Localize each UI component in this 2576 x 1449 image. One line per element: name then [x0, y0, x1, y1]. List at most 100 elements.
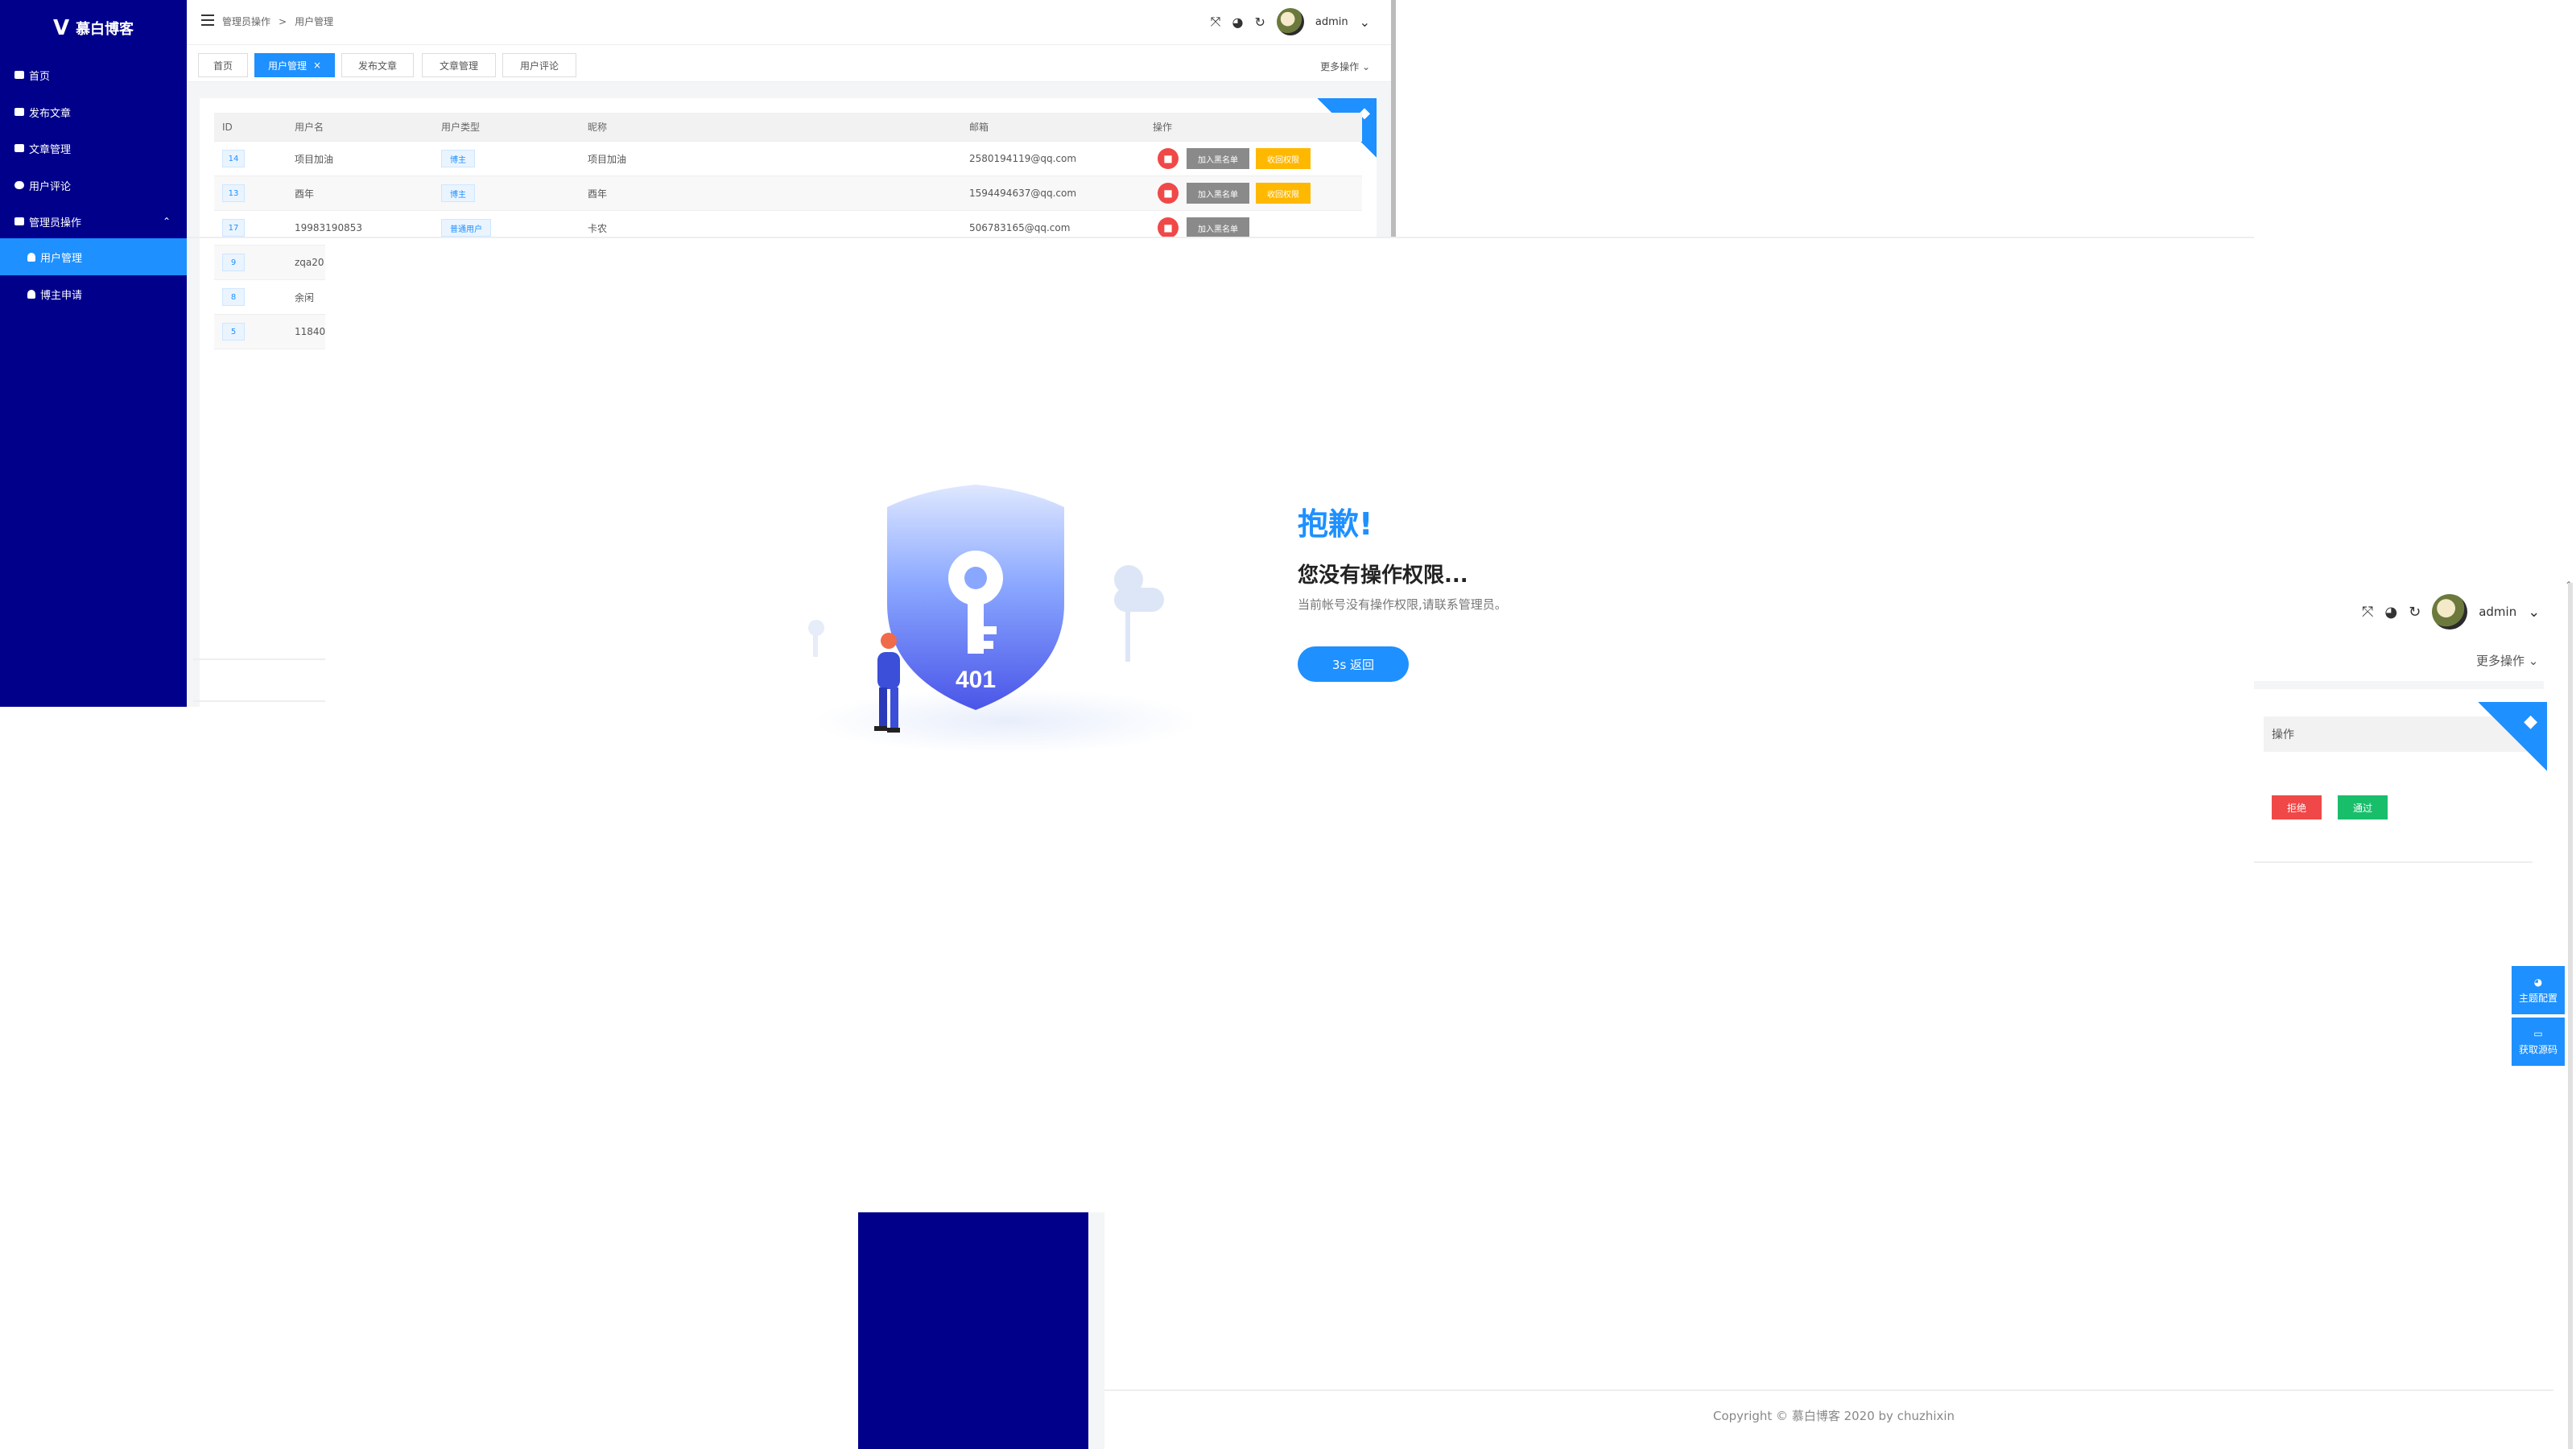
reject-button[interactable]: 拒绝	[2272, 795, 2322, 819]
avatar[interactable]	[2432, 594, 2468, 630]
fullscreen-icon[interactable]: ⤧	[1211, 14, 1221, 30]
theme-config-button[interactable]: ◕ 主题配置	[2512, 966, 2565, 1014]
sidebar-item-blogger-apply[interactable]: 博主申请	[0, 275, 187, 312]
email-cell: 1594494637@qq.com	[969, 188, 1077, 199]
sidebar-item-label: 发布文章	[29, 107, 72, 120]
palette-icon[interactable]: ◕	[2384, 604, 2397, 621]
sidebar-item-label: 管理员操作	[29, 217, 82, 229]
username[interactable]: admin	[2479, 605, 2516, 619]
tab-user-management[interactable]: 用户管理 ×	[254, 53, 335, 77]
more-actions-dropdown[interactable]: 更多操作 ⌄	[1320, 60, 1370, 73]
delete-button[interactable]: ■	[1158, 217, 1179, 238]
tab-comments[interactable]: 用户评论	[502, 53, 576, 77]
tab-label: 首页	[213, 60, 233, 72]
top-bar: 管理员操作 > 用户管理 ⤧ ◕ ↻ admin ⌄	[187, 0, 1394, 45]
col-header: 邮箱	[969, 122, 989, 133]
refresh-icon[interactable]: ↻	[2409, 604, 2421, 621]
back-button[interactable]: 3s 返回	[1298, 646, 1409, 682]
col-header: 用户类型	[441, 122, 481, 133]
error-subtitle: 您没有操作权限...	[1298, 564, 1468, 588]
username-cell: 11840	[295, 326, 326, 337]
tab-articles[interactable]: 文章管理	[422, 53, 496, 77]
delete-button[interactable]: ■	[1158, 148, 1179, 169]
id-tag: 13	[222, 184, 245, 202]
breadcrumb-separator: >	[279, 15, 287, 27]
edit-icon	[14, 108, 24, 116]
refresh-icon[interactable]: ↻	[1254, 14, 1265, 30]
nickname-cell: 项目加油	[588, 153, 627, 165]
sidebar-item-articles[interactable]: 文章管理	[0, 130, 187, 167]
delete-button[interactable]: ■	[1158, 183, 1179, 204]
table-row: 13 酉年 博主 酉年 1594494637@qq.com ■ 加入黑名单 收回…	[214, 176, 1362, 211]
home-icon	[14, 71, 24, 79]
chevron-up-icon: ⌃	[162, 216, 171, 227]
nickname-cell: 酉年	[588, 188, 608, 200]
tab-label: 用户评论	[519, 60, 559, 72]
trash-icon: ■	[1163, 188, 1173, 199]
list-icon	[14, 144, 24, 152]
user-type-tag: 博主	[441, 150, 475, 167]
approve-button[interactable]: 通过	[2338, 795, 2388, 819]
logo[interactable]: V 慕白博客	[0, 0, 187, 56]
username-cell: 余闲	[295, 291, 315, 303]
more-actions-dropdown[interactable]: 更多操作 ⌄	[2476, 652, 2538, 669]
palette-icon[interactable]: ◕	[1232, 14, 1243, 30]
sidebar-item-label: 首页	[29, 70, 51, 83]
palette-icon: ◕	[2533, 976, 2543, 988]
breadcrumb: 管理员操作 > 用户管理	[222, 14, 333, 28]
email-cell: 2580194119@qq.com	[969, 153, 1077, 164]
avatar[interactable]	[1276, 8, 1304, 35]
col-header: 操作	[1153, 122, 1173, 133]
tree-icon	[1114, 565, 1164, 662]
scrollbar[interactable]	[1391, 0, 1396, 238]
tab-label: 发布文章	[357, 60, 397, 72]
fullscreen-icon[interactable]: ⤧	[2362, 604, 2373, 621]
tab-publish[interactable]: 发布文章	[341, 53, 414, 77]
id-tag: 8	[222, 288, 245, 306]
content-background	[2254, 681, 2544, 689]
tab-label: 文章管理	[439, 60, 478, 72]
username[interactable]: admin	[1315, 16, 1348, 28]
sidebar-item-label: 博主申请	[40, 289, 83, 302]
table-row: 14 项目加油 博主 项目加油 2580194119@qq.com ■ 加入黑名…	[214, 142, 1362, 176]
trash-icon: ■	[1163, 222, 1173, 233]
more-actions-label: 更多操作	[1320, 61, 1360, 72]
tab-home[interactable]: 首页	[198, 53, 248, 77]
chevron-down-icon[interactable]: ⌄	[2528, 604, 2540, 621]
toolbar-icons: ⤧ ◕ ↻ admin ⌄	[1211, 8, 1370, 35]
get-source-button[interactable]: ▭ 获取源码	[2512, 1018, 2565, 1066]
corner-ribbon[interactable]: ◆	[2478, 702, 2547, 771]
col-header: 昵称	[588, 122, 608, 133]
error-code: 401	[956, 667, 996, 693]
get-source-label: 获取源码	[2518, 1043, 2557, 1055]
close-icon[interactable]: ×	[313, 60, 321, 71]
error-title: 抱歉!	[1298, 506, 1373, 542]
chevron-down-icon: ⌄	[1361, 61, 1370, 72]
blacklist-button[interactable]: 加入黑名单	[1187, 183, 1249, 204]
sidebar-item-user-management[interactable]: 用户管理	[0, 238, 187, 275]
sidebar-item-admin[interactable]: 管理员操作 ⌃	[0, 203, 187, 240]
chevron-down-icon[interactable]: ⌄	[1360, 14, 1370, 30]
id-tag: 17	[222, 219, 245, 237]
user-icon	[27, 252, 35, 262]
blacklist-button[interactable]: 加入黑名单	[1187, 217, 1249, 238]
user-icon	[27, 289, 35, 299]
theme-config-label: 主题配置	[2518, 992, 2557, 1004]
scrollbar[interactable]	[2568, 583, 2573, 1449]
sidebar-item-comments[interactable]: 用户评论	[0, 167, 187, 204]
sidebar-item-home[interactable]: 首页	[0, 56, 187, 93]
sidebar-item-publish[interactable]: 发布文章	[0, 93, 187, 130]
tab-label: 用户管理	[267, 60, 307, 72]
brand-name: 慕白博客	[76, 21, 134, 38]
menu-toggle-icon[interactable]	[201, 14, 214, 26]
ground-shadow	[813, 689, 1199, 753]
user-type-tag: 普通用户	[441, 219, 491, 237]
sidebar: V 慕白博客 首页 发布文章 文章管理 用户评论 管理员操作 ⌃ 用户管理 博主…	[0, 0, 187, 707]
sidebar-item-label: 用户评论	[29, 180, 72, 193]
revoke-permission-button[interactable]: 收回权限	[1256, 183, 1311, 204]
divider	[193, 700, 325, 702]
breadcrumb-item[interactable]: 管理员操作	[222, 14, 270, 28]
admin-icon	[14, 217, 24, 225]
blacklist-button[interactable]: 加入黑名单	[1187, 148, 1249, 169]
revoke-permission-button[interactable]: 收回权限	[1256, 148, 1311, 169]
